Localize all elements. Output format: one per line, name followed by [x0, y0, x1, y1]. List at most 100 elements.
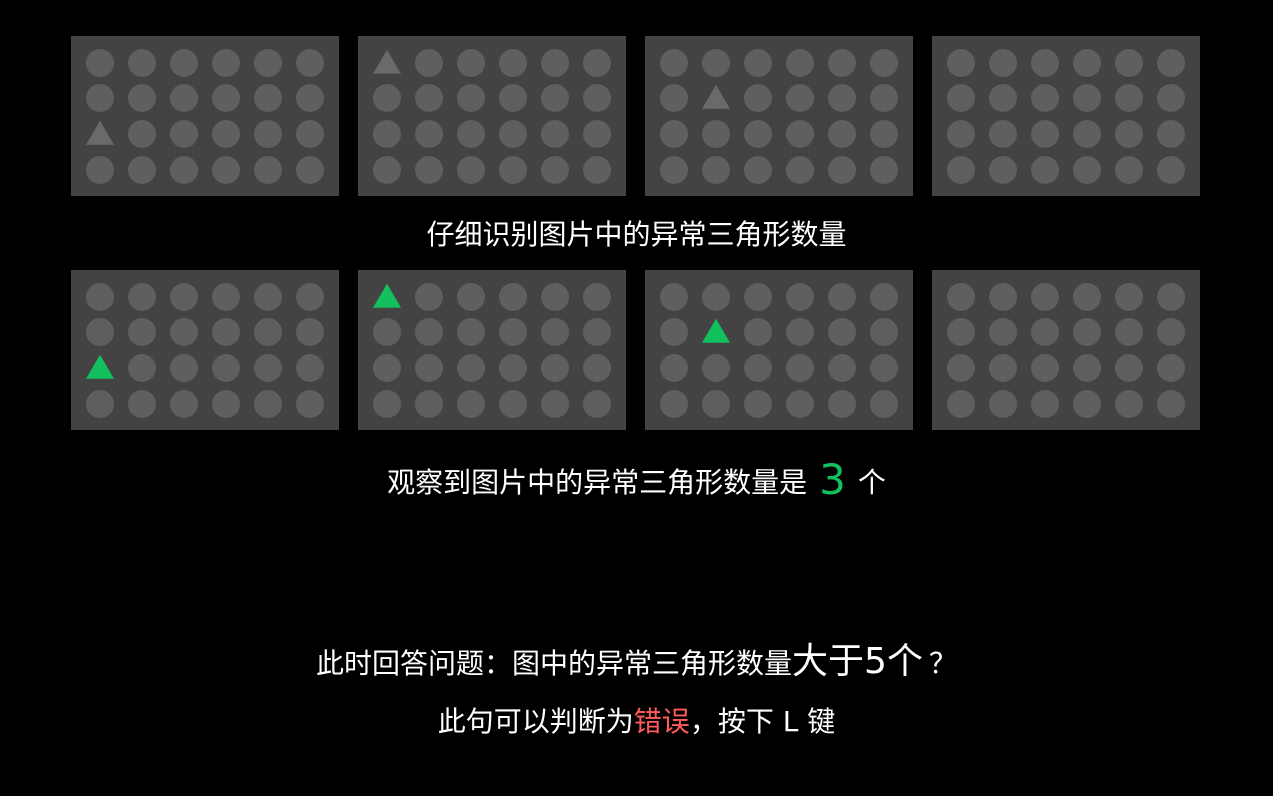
grid-circle [870, 318, 898, 346]
grid-circle [1115, 390, 1143, 418]
grid-circle [1031, 390, 1059, 418]
grid-circle [457, 390, 485, 418]
grid-circle [373, 318, 401, 346]
grid-circle [415, 84, 443, 112]
grid-circle [1031, 354, 1059, 382]
grid-circle [828, 390, 856, 418]
grid-circle [828, 318, 856, 346]
grid-circle [86, 283, 114, 311]
grid-circle [786, 49, 814, 77]
grid-circle [947, 354, 975, 382]
grid-circle [170, 49, 198, 77]
grid-circle [212, 120, 240, 148]
grid-circle [1073, 354, 1101, 382]
grid-circle [415, 156, 443, 184]
instruction-text: 仔细识别图片中的异常三角形数量 [426, 218, 847, 251]
grid-circle [415, 283, 443, 311]
grid-circle [828, 49, 856, 77]
grid-circle [373, 84, 401, 112]
grid-circle [989, 49, 1017, 77]
grid-circle [170, 84, 198, 112]
grid-circle [457, 283, 485, 311]
grid-circle [702, 156, 730, 184]
grid-circle [583, 318, 611, 346]
grid-circle [170, 156, 198, 184]
grid-circle [989, 390, 1017, 418]
grid-circle [415, 390, 443, 418]
highlighted-triangle [702, 318, 730, 343]
grid-circle [170, 318, 198, 346]
grid-circle [1115, 156, 1143, 184]
grid-circle [1073, 283, 1101, 311]
grid-circle [1157, 49, 1185, 77]
grid-circle [170, 283, 198, 311]
grid-circle [989, 283, 1017, 311]
odd-triangle [86, 120, 114, 145]
grid-circle [128, 49, 156, 77]
grid-circle [254, 49, 282, 77]
grid-circle [786, 318, 814, 346]
observation-count: 3 [819, 455, 846, 504]
grid-circle [1115, 354, 1143, 382]
question-line: 此时回答问题：图中的异常三角形数量大于5个？ [0, 632, 1273, 684]
grid-circle [128, 390, 156, 418]
grid-circle [1031, 156, 1059, 184]
grid-circle [1073, 318, 1101, 346]
stimulus-panel-bottom-3 [645, 270, 913, 430]
grid-circle [541, 283, 569, 311]
grid-circle [870, 283, 898, 311]
grid-circle [128, 84, 156, 112]
grid-circle [1115, 283, 1143, 311]
grid-circle [254, 84, 282, 112]
grid-circle [947, 390, 975, 418]
grid-circle [1031, 318, 1059, 346]
grid-circle [1115, 120, 1143, 148]
grid-circle [870, 156, 898, 184]
grid-circle [989, 354, 1017, 382]
grid-circle [212, 354, 240, 382]
hint-suffix: ，按下 L 键 [689, 705, 836, 738]
grid-circle [828, 283, 856, 311]
grid-circle [989, 156, 1017, 184]
grid-circle [1157, 120, 1185, 148]
grid-circle [744, 49, 772, 77]
observation-prefix: 观察到图片中的异常三角形数量是 [387, 466, 808, 499]
grid-circle [373, 390, 401, 418]
grid-circle [786, 156, 814, 184]
grid-circle [86, 318, 114, 346]
grid-circle [989, 318, 1017, 346]
grid-circle [828, 84, 856, 112]
grid-circle [128, 354, 156, 382]
stimulus-panel-bottom-4 [932, 270, 1200, 430]
grid-circle [702, 283, 730, 311]
stimulus-panel-top-4 [932, 36, 1200, 196]
grid-circle [296, 84, 324, 112]
grid-circle [786, 390, 814, 418]
grid-circle [457, 84, 485, 112]
grid-circle [786, 84, 814, 112]
grid-circle [1073, 84, 1101, 112]
grid-circle [1157, 390, 1185, 418]
grid-circle [786, 120, 814, 148]
grid-circle [128, 156, 156, 184]
grid-circle [870, 49, 898, 77]
grid-circle [1115, 84, 1143, 112]
grid-circle [212, 49, 240, 77]
grid-circle [457, 156, 485, 184]
grid-circle [660, 283, 688, 311]
grid-circle [86, 156, 114, 184]
grid-circle [744, 156, 772, 184]
grid-circle [947, 156, 975, 184]
grid-circle [541, 390, 569, 418]
grid-circle [1073, 156, 1101, 184]
grid-circle [1073, 49, 1101, 77]
grid-circle [583, 354, 611, 382]
grid-circle [296, 283, 324, 311]
grid-circle [583, 120, 611, 148]
grid-circle [254, 390, 282, 418]
grid-circle [254, 318, 282, 346]
grid-circle [786, 283, 814, 311]
grid-circle [86, 49, 114, 77]
grid-circle [702, 120, 730, 148]
grid-circle [373, 354, 401, 382]
